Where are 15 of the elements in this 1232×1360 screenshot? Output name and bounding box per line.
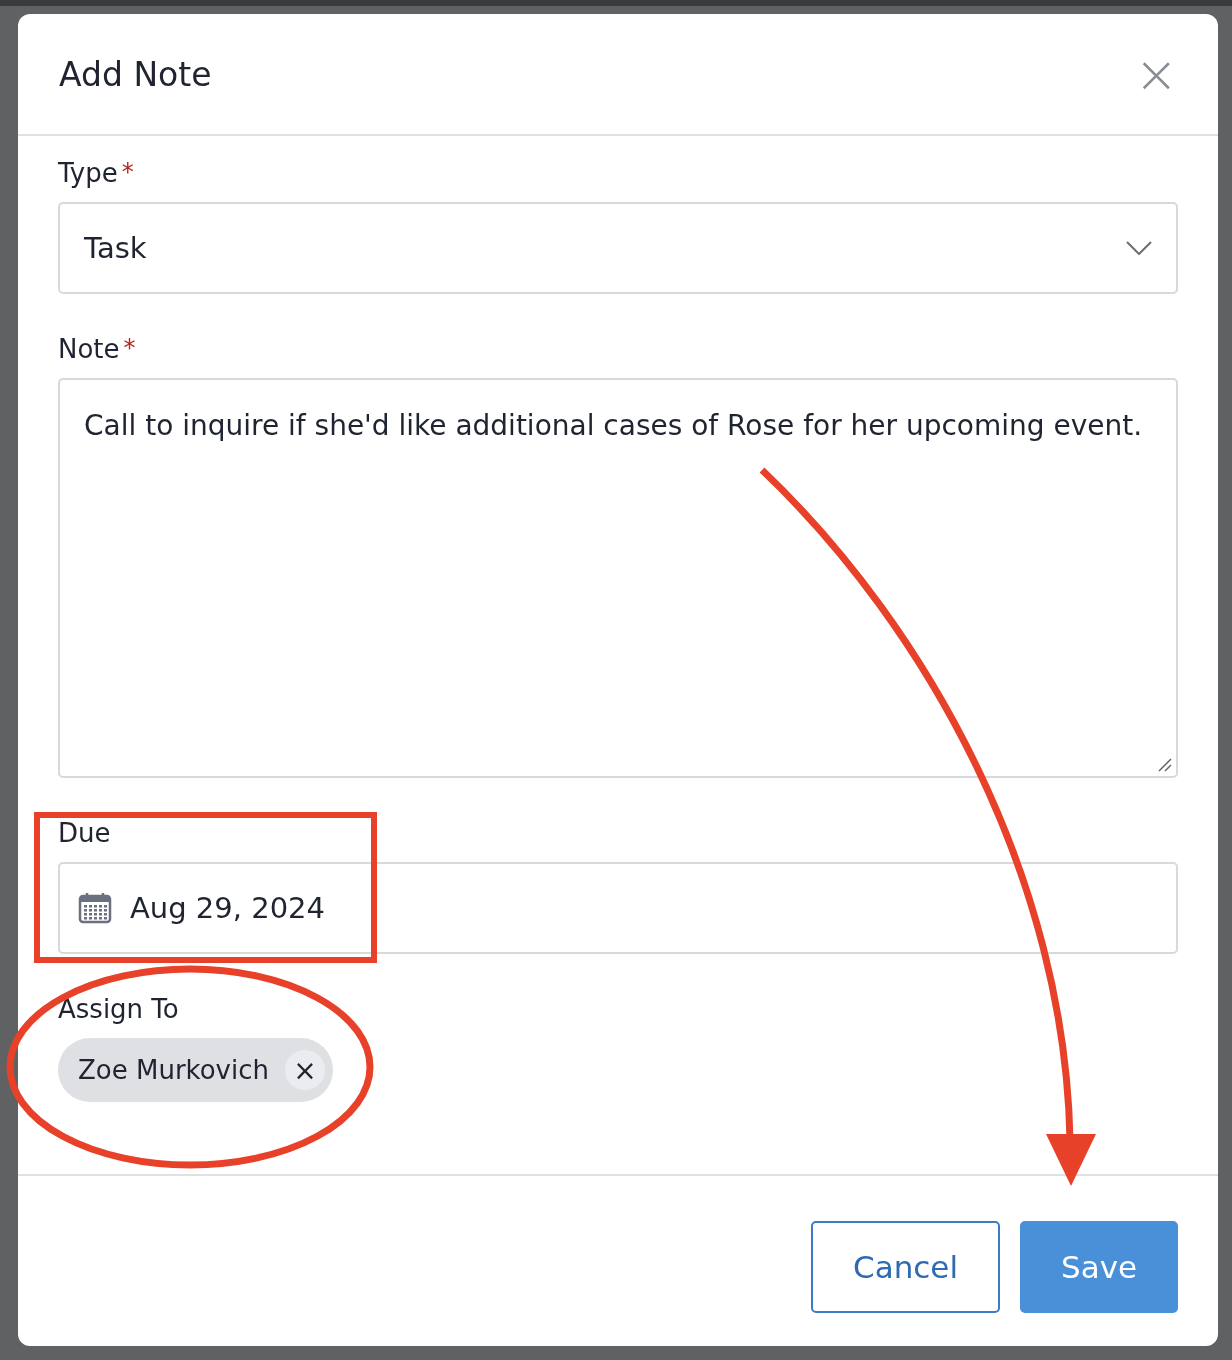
dialog-title: Add Note xyxy=(59,54,212,94)
field-label: Note xyxy=(58,334,120,364)
date-field[interactable]: Aug 29, 2024 xyxy=(58,862,1178,954)
assignee-chip[interactable]: Zoe Murkovich × xyxy=(58,1038,333,1102)
required-mark: * xyxy=(121,158,134,186)
required-mark: * xyxy=(123,334,136,362)
type-select[interactable]: Task xyxy=(58,202,1178,294)
field-label: Assign To xyxy=(58,994,179,1024)
chevron-down-icon xyxy=(1126,241,1152,255)
note-field[interactable]: Call to inquire if she'd like additional cases of Rose for her upcoming event. xyxy=(58,378,1178,778)
cancel-button[interactable]: Cancel xyxy=(811,1221,1000,1313)
field-label: Type xyxy=(58,158,118,188)
field-label: Due xyxy=(58,818,111,848)
resize-handle-icon[interactable] xyxy=(1156,756,1172,772)
calendar-icon xyxy=(78,892,112,924)
